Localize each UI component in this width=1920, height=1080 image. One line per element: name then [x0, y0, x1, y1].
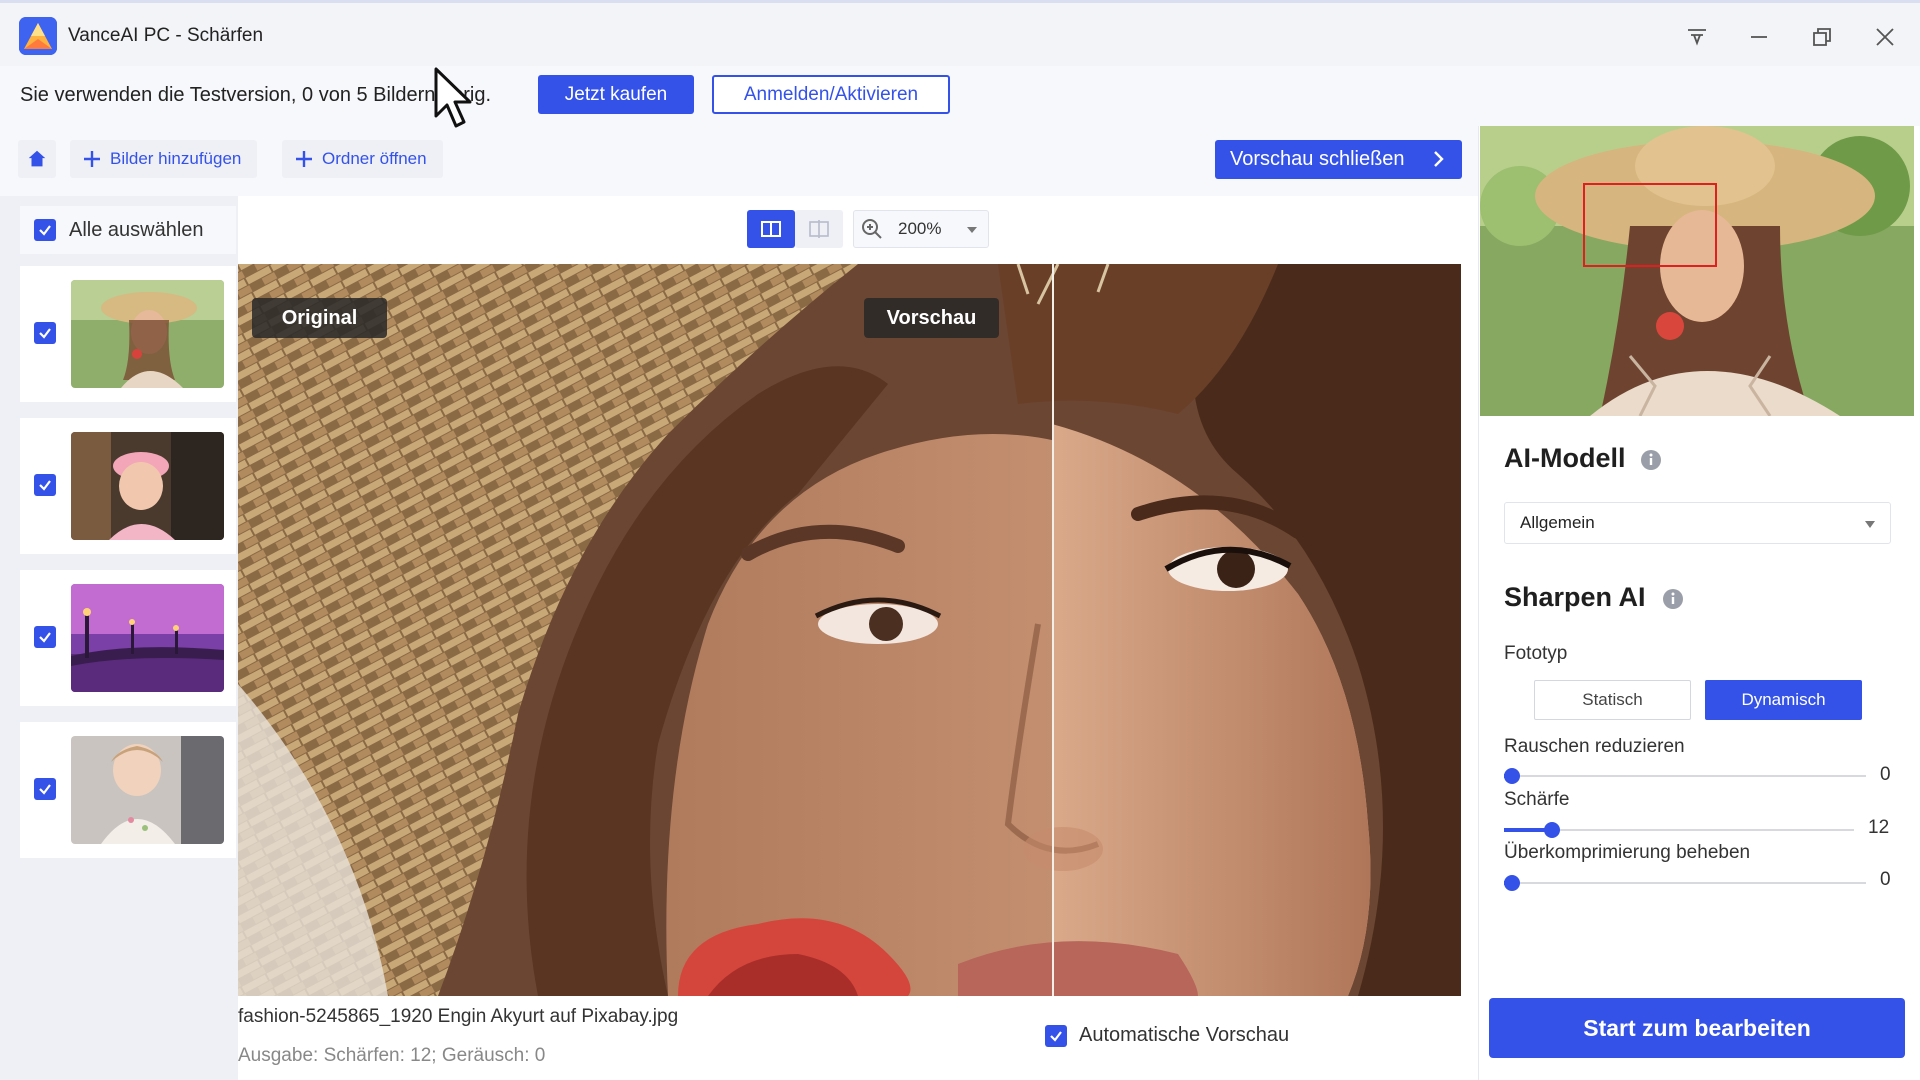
split-divider[interactable]: [1052, 264, 1054, 996]
plus-icon: [84, 151, 100, 167]
open-folder-button[interactable]: Ordner öffnen: [282, 140, 443, 178]
list-item[interactable]: [20, 570, 236, 706]
plus-icon: [296, 151, 312, 167]
add-images-button[interactable]: Bilder hinzufügen: [70, 140, 258, 178]
thumbnail-toddler[interactable]: [71, 736, 224, 844]
thumbnail-bridge-night[interactable]: [71, 584, 224, 692]
chevron-right-icon: [1434, 151, 1444, 167]
vanceai-logo-icon: [19, 17, 57, 55]
sharpness-slider[interactable]: [1504, 822, 1854, 838]
minimize-icon[interactable]: [1743, 21, 1775, 53]
navigator-overview[interactable]: [1480, 126, 1914, 416]
list-item[interactable]: [20, 418, 236, 554]
item-checkbox[interactable]: [34, 474, 56, 496]
close-preview-button[interactable]: Vorschau schließen: [1215, 140, 1462, 179]
title-bar: VanceAI PC - Schärfen: [0, 0, 1920, 66]
open-folder-label: Ordner öffnen: [322, 149, 427, 168]
menu-dropdown-icon[interactable]: [1681, 21, 1713, 53]
file-name: fashion-5245865_1920 Engin Akyurt auf Pi…: [238, 1006, 679, 1027]
list-item[interactable]: [20, 266, 236, 402]
trial-message: Sie verwenden die Testversion, 0 von 5 B…: [20, 84, 492, 106]
login-activate-button[interactable]: Anmelden/Aktivieren: [712, 75, 950, 114]
caret-down-icon: [1865, 521, 1875, 528]
output-info: Ausgabe: Schärfen: 12; Geräusch: 0: [238, 1045, 546, 1066]
trial-bar: Sie verwenden die Testversion, 0 von 5 B…: [0, 66, 1920, 126]
sharpness-value: 12: [1868, 817, 1890, 838]
decompression-value: 0: [1880, 869, 1891, 890]
original-label: Original: [252, 298, 387, 338]
split-view-button[interactable]: [747, 210, 795, 248]
auto-preview-label: Automatische Vorschau: [1079, 1024, 1290, 1046]
caret-down-icon: [967, 227, 977, 233]
home-button[interactable]: [18, 140, 56, 178]
noise-reduction-slider[interactable]: [1504, 768, 1866, 784]
check-icon: [39, 225, 51, 236]
noise-reduction-value: 0: [1880, 764, 1891, 785]
check-icon: [39, 632, 51, 643]
split-view-icon: [761, 221, 781, 237]
check-icon: [39, 480, 51, 491]
select-all-row[interactable]: Alle auswählen: [20, 206, 236, 254]
add-images-label: Bilder hinzufügen: [110, 149, 242, 168]
decompression-label: Überkomprimierung beheben: [1504, 842, 1751, 863]
list-item[interactable]: [20, 722, 236, 858]
info-icon[interactable]: [1640, 449, 1662, 471]
image-preview[interactable]: Original Vorschau: [238, 264, 1461, 996]
slider-handle[interactable]: [1504, 768, 1520, 784]
sharpness-label: Schärfe: [1504, 789, 1570, 810]
item-checkbox[interactable]: [34, 626, 56, 648]
thumbnail-hat-woman[interactable]: [71, 280, 224, 388]
ai-model-title: AI-Modell: [1504, 443, 1626, 473]
noise-reduction-label: Rauschen reduzieren: [1504, 736, 1685, 757]
preview-photo: [238, 264, 1461, 996]
zoom-select[interactable]: 200%: [853, 210, 989, 248]
side-by-side-view-button[interactable]: [795, 210, 843, 248]
mouse-cursor-icon: [434, 67, 472, 128]
close-preview-label: Vorschau schließen: [1230, 148, 1405, 170]
info-icon[interactable]: [1662, 588, 1684, 610]
photo-type-label: Fototyp: [1504, 643, 1568, 664]
slider-handle[interactable]: [1544, 822, 1560, 838]
start-processing-button[interactable]: Start zum bearbeiten: [1489, 998, 1905, 1058]
check-icon: [39, 784, 51, 795]
photo-type-dynamic-button[interactable]: Dynamisch: [1705, 680, 1862, 720]
home-icon: [28, 150, 46, 167]
zoom-in-icon[interactable]: [860, 217, 884, 241]
sharpen-ai-title: Sharpen AI: [1504, 582, 1646, 612]
decompression-slider[interactable]: [1504, 875, 1866, 891]
auto-preview-checkbox[interactable]: [1045, 1024, 1067, 1047]
select-all-checkbox[interactable]: [34, 219, 56, 241]
slider-handle[interactable]: [1504, 875, 1520, 891]
auto-preview-row[interactable]: Automatische Vorschau: [1045, 1024, 1289, 1047]
ai-model-select[interactable]: Allgemein: [1504, 502, 1891, 544]
photo-type-static-button[interactable]: Statisch: [1534, 680, 1691, 720]
ai-model-value: Allgemein: [1520, 513, 1595, 532]
select-all-label: Alle auswählen: [69, 218, 204, 241]
restore-icon[interactable]: [1806, 21, 1838, 53]
window-title: VanceAI PC - Schärfen: [68, 25, 264, 46]
check-icon: [1050, 1030, 1062, 1042]
thumbnail-child-pink-cap[interactable]: [71, 432, 224, 540]
buy-now-button[interactable]: Jetzt kaufen: [538, 75, 694, 114]
check-icon: [39, 328, 51, 339]
compare-view-icon: [809, 220, 829, 238]
preview-label: Vorschau: [864, 298, 999, 338]
close-icon[interactable]: [1869, 21, 1901, 53]
item-checkbox[interactable]: [34, 322, 56, 344]
zoom-value: 200%: [898, 219, 942, 238]
item-checkbox[interactable]: [34, 778, 56, 800]
